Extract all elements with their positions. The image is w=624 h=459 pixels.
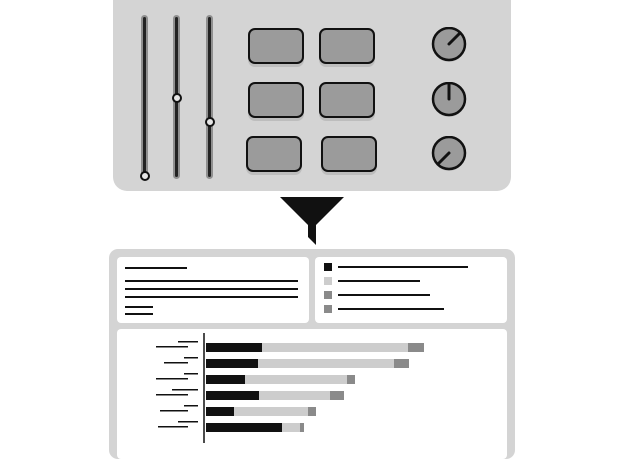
legend-label-line [338, 294, 430, 296]
category-label-line [172, 389, 198, 391]
slider-fader-1[interactable] [139, 17, 151, 181]
slider-fader-2[interactable] [171, 17, 183, 177]
legend-card [315, 257, 507, 323]
slider-thumb[interactable] [205, 117, 215, 127]
bar-segment-1 [206, 423, 282, 432]
bar-segment-1 [206, 359, 258, 368]
bar-segment-2 [245, 375, 347, 384]
chart-card [117, 329, 507, 459]
funnel-icon [280, 197, 344, 245]
bar-segment-3 [330, 391, 344, 400]
mixer-panel [113, 0, 511, 191]
legend-swatch [324, 305, 332, 313]
pad-button-1[interactable] [248, 28, 304, 64]
legend-label-line [338, 308, 444, 310]
summary-card [117, 257, 309, 323]
category-label-line [184, 357, 198, 359]
text-line [125, 313, 153, 315]
bar-segment-3 [394, 359, 409, 368]
category-label-line [164, 362, 188, 364]
bar-segment-2 [262, 343, 408, 352]
bar-segment-2 [234, 407, 308, 416]
bar-segment-3 [408, 343, 424, 352]
report-panel [109, 249, 515, 459]
bar-segment-3 [308, 407, 316, 416]
category-label-line [156, 394, 188, 396]
legend-swatch [324, 277, 332, 285]
slider-thumb[interactable] [172, 93, 182, 103]
category-label-line [156, 346, 188, 348]
slider-thumb[interactable] [140, 171, 150, 181]
bar-segment-2 [282, 423, 300, 432]
legend-swatch [324, 263, 332, 271]
stacked-bar-chart [156, 333, 424, 443]
bar-segment-2 [259, 391, 330, 400]
bar-segment-2 [258, 359, 394, 368]
bar-segment-1 [206, 343, 262, 352]
category-label-line [156, 378, 188, 380]
pad-button-2[interactable] [319, 28, 375, 64]
slider-fader-3[interactable] [204, 17, 216, 177]
knob-2[interactable] [431, 82, 467, 118]
bar-segment-3 [300, 423, 304, 432]
bar-segment-1 [206, 407, 234, 416]
knob-1[interactable] [431, 27, 467, 63]
text-line [125, 267, 187, 269]
pad-button-5[interactable] [246, 136, 302, 172]
legend-swatch [324, 291, 332, 299]
slider-track [208, 17, 211, 177]
category-label-line [160, 410, 188, 412]
legend-label-line [338, 266, 468, 268]
category-label-line [184, 373, 198, 375]
text-line [125, 296, 298, 298]
text-line [125, 288, 298, 290]
legend-label-line [338, 280, 420, 282]
slider-track [143, 17, 146, 177]
pad-button-4[interactable] [319, 82, 375, 118]
text-line [125, 306, 153, 308]
category-label-line [178, 341, 198, 343]
bar-segment-3 [347, 375, 355, 384]
bar-segment-1 [206, 391, 259, 400]
knob-3[interactable] [431, 136, 467, 172]
pad-button-3[interactable] [248, 82, 304, 118]
category-label-line [178, 421, 198, 423]
category-label-line [158, 426, 188, 428]
category-label-line [184, 405, 198, 407]
bar-segment-1 [206, 375, 245, 384]
text-line [125, 280, 298, 282]
pad-button-6[interactable] [321, 136, 377, 172]
